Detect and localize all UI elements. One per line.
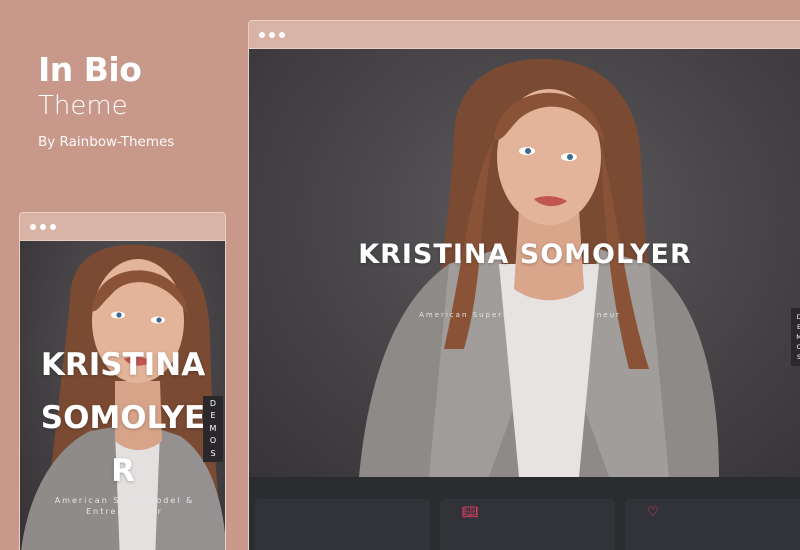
heart-icon: ♡	[647, 505, 659, 520]
demos-letter: M	[209, 423, 217, 433]
mobile-name-line: KRISTINA	[40, 347, 206, 383]
demos-tab[interactable]: D E M O S	[791, 308, 800, 366]
hero-tagline: American Supermodel & Entrepreneur	[419, 311, 621, 319]
mobile-demos-tab[interactable]: D E M O S	[203, 396, 223, 462]
feature-card	[255, 499, 430, 550]
mobile-hero-section: KRISTINA SOMOLYE R American Supermodel &…	[20, 241, 225, 550]
demos-letter: O	[796, 342, 800, 352]
mobile-name-line: R	[111, 453, 135, 489]
mobile-hero-name: KRISTINA SOMOLYE R	[28, 339, 218, 498]
mobile-hero-tagline: American Supermodel & Entrepreneur	[32, 495, 217, 517]
demos-letter: E	[210, 411, 216, 421]
demos-letter: O	[209, 436, 217, 446]
window-title-bar	[20, 213, 225, 241]
hero-name: KRISTINA SOMOLYER	[358, 239, 692, 270]
window-title-bar	[249, 21, 800, 49]
mobile-name-line: SOMOLYE	[40, 400, 206, 436]
demos-letter: M	[796, 332, 800, 342]
brand-block: In Bio Theme By Rainbow-Themes	[38, 50, 174, 150]
brand-subtitle: Theme	[38, 91, 128, 121]
window-dot-icon	[259, 31, 265, 38]
brand-byline: By Rainbow-Themes	[38, 134, 175, 150]
demos-letter: S	[210, 448, 216, 458]
feature-card: ♡	[625, 499, 800, 550]
window-dot-icon	[269, 31, 275, 38]
window-dot-icon	[30, 223, 36, 230]
book-icon: 📖︎	[462, 505, 479, 520]
hero-section: KRISTINA SOMOLYER American Supermodel & …	[249, 49, 800, 477]
desktop-preview-window: KRISTINA SOMOLYER American Supermodel & …	[248, 20, 800, 550]
feature-card: 📖︎	[440, 499, 615, 550]
mobile-tagline-line: American Supermodel &	[54, 496, 195, 505]
demos-letter: D	[796, 312, 800, 322]
mobile-tagline-line: Entrepreneur	[86, 507, 163, 516]
window-dot-icon	[279, 31, 285, 38]
features-section: 📖︎ ♡	[249, 477, 800, 550]
mobile-preview-window: KRISTINA SOMOLYE R American Supermodel &…	[19, 212, 226, 550]
window-dot-icon	[50, 223, 56, 230]
brand-title: In Bio	[38, 50, 142, 89]
window-dot-icon	[40, 223, 46, 230]
demos-letter: D	[209, 398, 217, 408]
